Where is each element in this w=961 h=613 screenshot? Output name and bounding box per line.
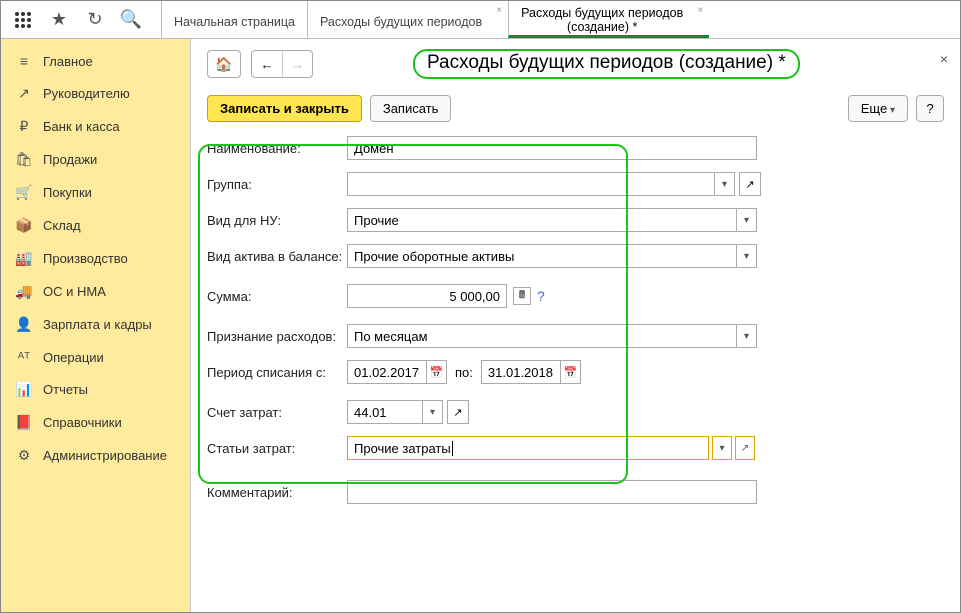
forward-button[interactable]: → (282, 51, 312, 77)
open-external-icon[interactable]: ↗ (735, 436, 755, 460)
header-row: 🏠 ← → Расходы будущих периодов (создание… (207, 49, 944, 79)
bag-icon: 🛍 (15, 151, 33, 168)
sidebar-item-reports[interactable]: 📊Отчеты (1, 373, 190, 406)
cost-item-input[interactable]: Прочие затраты (347, 436, 709, 460)
chevron-down-icon[interactable]: ▾ (714, 173, 734, 195)
content: × 🏠 ← → Расходы будущих периодов (создан… (191, 39, 960, 612)
close-icon[interactable]: × (697, 5, 703, 16)
period-start-input[interactable]: 01.02.2017 📅 (347, 360, 447, 384)
tab-deferred-expenses[interactable]: Расходы будущих периодов × (307, 1, 508, 38)
sidebar-item-admin[interactable]: ⚙Администрирование (1, 439, 190, 472)
gear-icon: ⚙ (15, 447, 33, 464)
calculator-icon[interactable]: 🖩 (513, 287, 531, 305)
topbar: ★ ↻ 🔍 Начальная страница Расходы будущих… (1, 1, 960, 39)
asset-select[interactable]: Прочие оборотные активы ▾ (347, 244, 757, 268)
chevron-down-icon[interactable]: ▾ (422, 401, 442, 423)
sidebar-item-production[interactable]: 🏭Производство (1, 242, 190, 275)
truck-icon: 🚚 (15, 283, 33, 300)
recognition-select[interactable]: По месяцам ▾ (347, 324, 757, 348)
chevron-down-icon[interactable]: ▾ (736, 209, 756, 231)
nu-select[interactable]: Прочие ▾ (347, 208, 757, 232)
period-end-input[interactable]: 31.01.2018 📅 (481, 360, 581, 384)
recognition-label: Признание расходов: (207, 329, 347, 344)
open-external-icon[interactable]: ↗ (447, 400, 469, 424)
home-button[interactable]: 🏠 (207, 50, 241, 78)
chevron-down-icon[interactable]: ▾ (712, 436, 732, 460)
tab-label-2: (создание) * (521, 20, 683, 34)
name-label: Наименование: (207, 141, 347, 156)
open-external-icon[interactable]: ↗ (739, 172, 761, 196)
star-icon[interactable]: ★ (45, 6, 73, 34)
sidebar-item-salary[interactable]: 👤Зарплата и кадры (1, 308, 190, 341)
operations-icon: ᴬᵀ (15, 349, 33, 365)
box-icon: 📦 (15, 217, 33, 234)
report-icon: 📊 (15, 381, 33, 398)
main: ≡Главное ↗Руководителю ₽Банк и касса 🛍Пр… (1, 39, 960, 612)
close-icon[interactable]: × (940, 51, 948, 67)
sidebar: ≡Главное ↗Руководителю ₽Банк и касса 🛍Пр… (1, 39, 191, 612)
nu-label: Вид для НУ: (207, 213, 347, 228)
group-select[interactable]: ▾ (347, 172, 735, 196)
cart-icon: 🛒 (15, 184, 33, 201)
apps-icon[interactable] (9, 6, 37, 34)
close-icon[interactable]: × (496, 5, 502, 16)
list-icon: ≡ (15, 53, 33, 69)
tabs: Начальная страница Расходы будущих перио… (161, 1, 709, 38)
chevron-down-icon[interactable]: ▾ (736, 245, 756, 267)
group-label: Группа: (207, 177, 347, 192)
more-button[interactable]: Еще (848, 95, 908, 122)
cost-item-label: Статьи затрат: (207, 441, 347, 456)
sidebar-item-sales[interactable]: 🛍Продажи (1, 143, 190, 176)
asset-label: Вид актива в балансе: (207, 249, 347, 264)
factory-icon: 🏭 (15, 250, 33, 267)
tab-deferred-expenses-create[interactable]: Расходы будущих периодов (создание) * × (508, 1, 709, 38)
help-icon[interactable]: ? (537, 288, 545, 304)
period-to-label: по: (455, 365, 473, 380)
help-button[interactable]: ? (916, 95, 944, 122)
sum-input[interactable]: 5 000,00 (347, 284, 507, 308)
save-close-button[interactable]: Записать и закрыть (207, 95, 362, 122)
page-title: Расходы будущих периодов (создание) * (413, 49, 800, 79)
sidebar-item-warehouse[interactable]: 📦Склад (1, 209, 190, 242)
back-button[interactable]: ← (252, 51, 282, 77)
book-icon: 📕 (15, 414, 33, 431)
sidebar-item-manager[interactable]: ↗Руководителю (1, 77, 190, 110)
account-select[interactable]: 44.01 ▾ (347, 400, 443, 424)
toolbar: Записать и закрыть Записать Еще ? (207, 95, 944, 122)
name-input[interactable]: Домен (347, 136, 757, 160)
tab-label: Расходы будущих периодов (521, 6, 683, 20)
comment-label: Комментарий: (207, 485, 347, 500)
tab-label: Расходы будущих периодов (320, 15, 482, 29)
person-icon: 👤 (15, 316, 33, 333)
chevron-down-icon[interactable]: ▾ (736, 325, 756, 347)
sidebar-item-catalogs[interactable]: 📕Справочники (1, 406, 190, 439)
sidebar-item-assets[interactable]: 🚚ОС и НМА (1, 275, 190, 308)
period-label: Период списания с: (207, 365, 347, 380)
calendar-icon[interactable]: 📅 (426, 361, 446, 383)
sidebar-item-purchases[interactable]: 🛒Покупки (1, 176, 190, 209)
save-button[interactable]: Записать (370, 95, 452, 122)
comment-input[interactable] (347, 480, 757, 504)
sidebar-item-operations[interactable]: ᴬᵀОперации (1, 341, 190, 373)
history-icon[interactable]: ↻ (81, 6, 109, 34)
tab-label: Начальная страница (174, 15, 295, 29)
account-label: Счет затрат: (207, 405, 347, 420)
tab-home[interactable]: Начальная страница (161, 1, 307, 38)
chart-icon: ↗ (15, 85, 33, 102)
money-icon: ₽ (15, 118, 33, 135)
search-icon[interactable]: 🔍 (117, 6, 145, 34)
sum-label: Сумма: (207, 289, 347, 304)
calendar-icon[interactable]: 📅 (560, 361, 580, 383)
sidebar-item-main[interactable]: ≡Главное (1, 45, 190, 77)
form: Наименование: Домен Группа: ▾ ↗ Вид для … (207, 136, 944, 504)
sidebar-item-bank[interactable]: ₽Банк и касса (1, 110, 190, 143)
